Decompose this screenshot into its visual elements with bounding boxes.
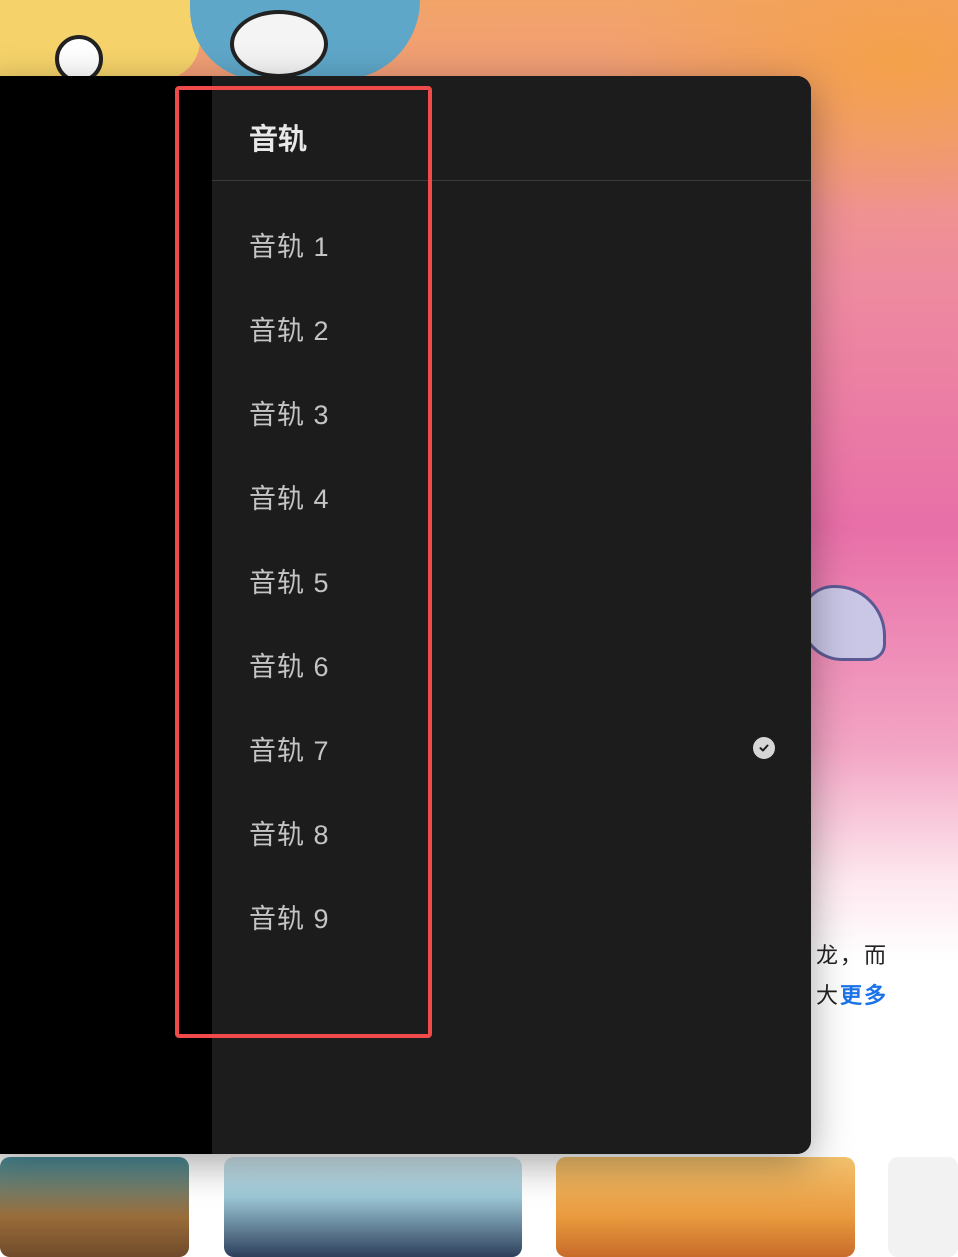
track-item-1[interactable]: 音轨 1	[212, 202, 811, 286]
cartoon-character-art	[0, 0, 200, 83]
description-text-fragment: 大	[815, 983, 840, 1008]
track-item-6[interactable]: 音轨 6	[212, 622, 811, 706]
track-label: 音轨 6	[249, 651, 330, 682]
track-item-2[interactable]: 音轨 2	[212, 286, 811, 370]
track-item-7[interactable]: 音轨 7	[212, 706, 811, 790]
player-window: 音轨 音轨 1 音轨 2 音轨 3 音轨 4 音轨 5 音轨 6 音轨 7 音轨 8 音轨 9	[0, 76, 811, 1154]
cartoon-mouth	[230, 10, 328, 78]
track-item-8[interactable]: 音轨 8	[212, 790, 811, 874]
track-label: 音轨 9	[249, 903, 330, 934]
track-label: 音轨 8	[249, 819, 330, 850]
divider	[212, 180, 811, 181]
track-label: 音轨 3	[249, 399, 330, 430]
track-label: 音轨 7	[249, 735, 330, 766]
episode-thumbnail[interactable]	[224, 1157, 522, 1257]
track-label: 音轨 1	[249, 231, 330, 262]
track-label: 音轨 5	[249, 567, 330, 598]
description-text-line2: 大更多	[816, 978, 888, 1010]
episode-thumbnail[interactable]	[888, 1157, 958, 1257]
track-item-9[interactable]: 音轨 9	[212, 874, 811, 958]
description-text-line1: 龙，而	[815, 943, 888, 968]
track-label: 音轨 2	[249, 315, 330, 346]
track-label: 音轨 4	[249, 483, 330, 514]
episode-thumbnail[interactable]	[0, 1157, 189, 1257]
episode-thumbnail[interactable]	[556, 1157, 855, 1257]
panel-title: 音轨	[249, 124, 308, 156]
more-link[interactable]: 更多	[840, 983, 888, 1008]
track-item-3[interactable]: 音轨 3	[212, 370, 811, 454]
track-list: 音轨 1 音轨 2 音轨 3 音轨 4 音轨 5 音轨 6 音轨 7 音轨 8 音轨 9	[212, 202, 811, 958]
track-item-4[interactable]: 音轨 4	[212, 454, 811, 538]
track-item-5[interactable]: 音轨 5	[212, 538, 811, 622]
video-area[interactable]	[0, 76, 212, 1154]
audio-track-panel: 音轨 音轨 1 音轨 2 音轨 3 音轨 4 音轨 5 音轨 6 音轨 7 音轨 8 音轨 9	[212, 76, 811, 1154]
checkmark-circle-icon	[753, 737, 775, 759]
